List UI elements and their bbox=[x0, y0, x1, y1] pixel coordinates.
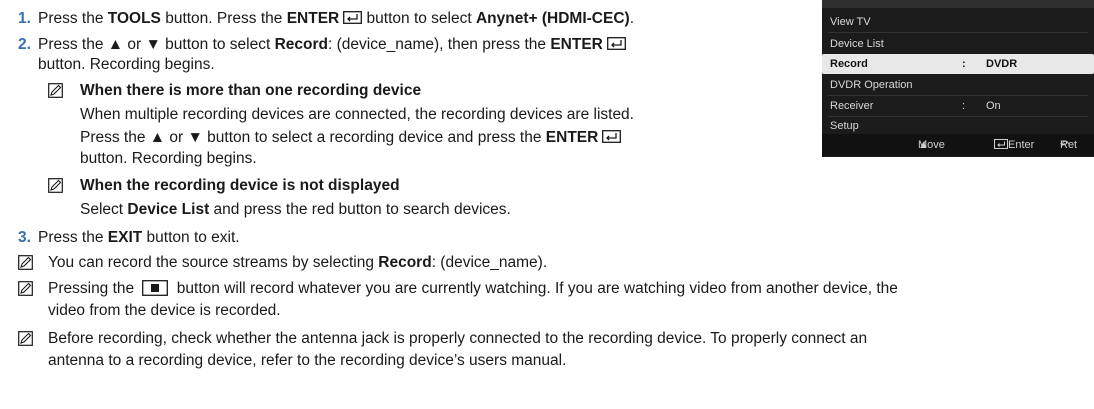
text: Press the bbox=[38, 10, 108, 27]
text: button to exit. bbox=[142, 229, 240, 246]
text: . bbox=[629, 10, 635, 27]
text: : (device_name). bbox=[431, 254, 548, 271]
enter-icon bbox=[343, 11, 363, 24]
anynet-osd-menu: View TV Device List Record : DVDR DVDR O… bbox=[822, 0, 1094, 157]
enter-icon bbox=[602, 130, 622, 143]
tip-text: Pressing the button will record whatever… bbox=[48, 279, 898, 299]
text: Press the ▲ or ▼ button to select bbox=[38, 36, 275, 53]
step-2-text: Press the ▲ or ▼ button to select Record… bbox=[38, 35, 626, 55]
text: button will record whatever you are curr… bbox=[172, 280, 898, 297]
osd-item-device-list[interactable]: Device List bbox=[822, 34, 1094, 54]
record-stop-icon bbox=[142, 280, 169, 296]
note-icon bbox=[48, 178, 63, 193]
tip-text: video from the device is recorded. bbox=[48, 302, 281, 319]
osd-item-record[interactable]: Record : DVDR bbox=[822, 54, 1094, 74]
osd-footer: ▲︎ Move Enter ↶ Ret bbox=[822, 134, 1094, 156]
text: : (device_name), then press the bbox=[328, 36, 551, 53]
osd-item-separator: : bbox=[962, 58, 966, 70]
divider bbox=[828, 32, 1088, 33]
note-text: When multiple recording devices are conn… bbox=[80, 106, 634, 123]
step-1-text: Press the TOOLS button. Press the ENTER … bbox=[38, 9, 634, 29]
note-text: button. Recording begins. bbox=[80, 150, 257, 167]
enter-button-label: ENTER bbox=[545, 129, 599, 146]
note-icon bbox=[48, 83, 63, 98]
note-heading: When there is more than one recording de… bbox=[80, 82, 422, 99]
tip-text: You can record the source streams by sel… bbox=[48, 253, 547, 273]
return-label: Ret bbox=[1060, 139, 1078, 151]
move-label: Move bbox=[918, 139, 945, 151]
text: You can record the source streams by sel… bbox=[48, 254, 379, 271]
step-2-line-2: button. Recording begins. bbox=[38, 56, 215, 73]
device-list-label: Device List bbox=[127, 201, 210, 218]
note-icon bbox=[18, 281, 33, 296]
osd-item-label: View TV bbox=[830, 16, 871, 28]
osd-item-label: Record bbox=[830, 58, 868, 70]
record-label: Record bbox=[274, 36, 329, 53]
osd-item-value: On bbox=[986, 100, 1001, 112]
text: Press the bbox=[38, 229, 108, 246]
step-3-text: Press the EXIT button to exit. bbox=[38, 228, 240, 248]
enter-button-label: ENTER bbox=[550, 36, 603, 53]
step-number: 2. bbox=[18, 36, 31, 53]
text: and press the red button to search devic… bbox=[209, 201, 511, 218]
osd-item-setup[interactable]: Setup bbox=[822, 116, 1094, 136]
note-heading: When the recording device is not display… bbox=[80, 177, 400, 194]
note-text: Select Device List and press the red but… bbox=[80, 200, 511, 220]
exit-button-label: EXIT bbox=[107, 229, 143, 246]
osd-item-value: DVDR bbox=[986, 58, 1018, 70]
enter-hint: Enter bbox=[994, 134, 1034, 156]
text: Select bbox=[80, 201, 128, 218]
tip-text: Before recording, check whether the ante… bbox=[48, 330, 868, 347]
osd-item-dvdr-operation[interactable]: DVDR Operation bbox=[822, 75, 1094, 95]
tools-button-label: TOOLS bbox=[107, 10, 161, 27]
text: Press the ▲ or ▼ button to select a reco… bbox=[80, 129, 546, 146]
record-label: Record bbox=[378, 254, 432, 271]
osd-item-receiver[interactable]: Receiver : On bbox=[822, 96, 1094, 116]
enter-icon bbox=[994, 139, 1008, 149]
manual-page: 1. Press the TOOLS button. Press the ENT… bbox=[0, 0, 1094, 409]
text: button to select bbox=[362, 10, 476, 27]
osd-title-bar bbox=[822, 0, 1094, 8]
osd-item-label: Setup bbox=[830, 120, 859, 132]
anynet-label: Anynet+ (HDMI-CEC) bbox=[475, 10, 630, 27]
enter-icon bbox=[606, 37, 626, 50]
osd-item-separator: : bbox=[962, 100, 966, 112]
text: Pressing the bbox=[48, 280, 139, 297]
osd-item-label: Receiver bbox=[830, 100, 874, 112]
osd-item-label: DVDR Operation bbox=[830, 79, 913, 91]
note-text: Press the ▲ or ▼ button to select a reco… bbox=[80, 128, 622, 148]
step-number: 1. bbox=[18, 10, 31, 27]
note-icon bbox=[18, 331, 33, 346]
tip-text: antenna to a recording device, refer to … bbox=[48, 352, 567, 369]
osd-item-view-tv[interactable]: View TV bbox=[822, 12, 1094, 32]
step-number: 3. bbox=[18, 229, 31, 246]
enter-button-label: ENTER bbox=[286, 10, 340, 27]
note-icon bbox=[18, 255, 33, 270]
osd-item-label: Device List bbox=[830, 38, 884, 50]
enter-label: Enter bbox=[1008, 139, 1035, 151]
text: button. Press the bbox=[160, 10, 287, 27]
